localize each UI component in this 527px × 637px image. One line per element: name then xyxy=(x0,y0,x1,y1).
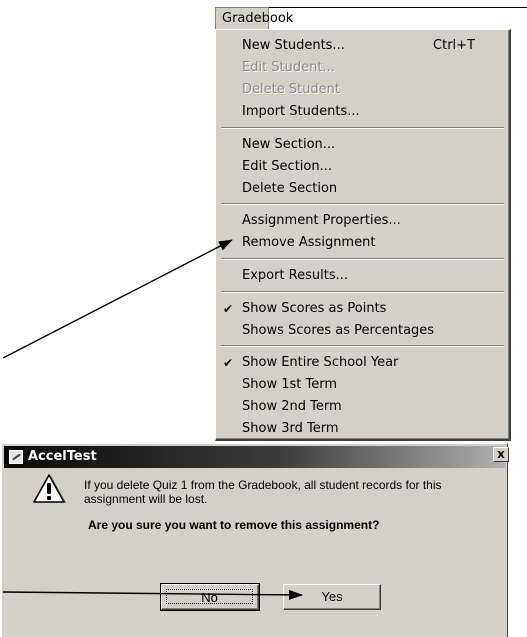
arrow-to-yes-button xyxy=(2,589,303,600)
annotation-arrows xyxy=(2,239,303,600)
arrow-to-remove-assignment xyxy=(2,239,233,359)
